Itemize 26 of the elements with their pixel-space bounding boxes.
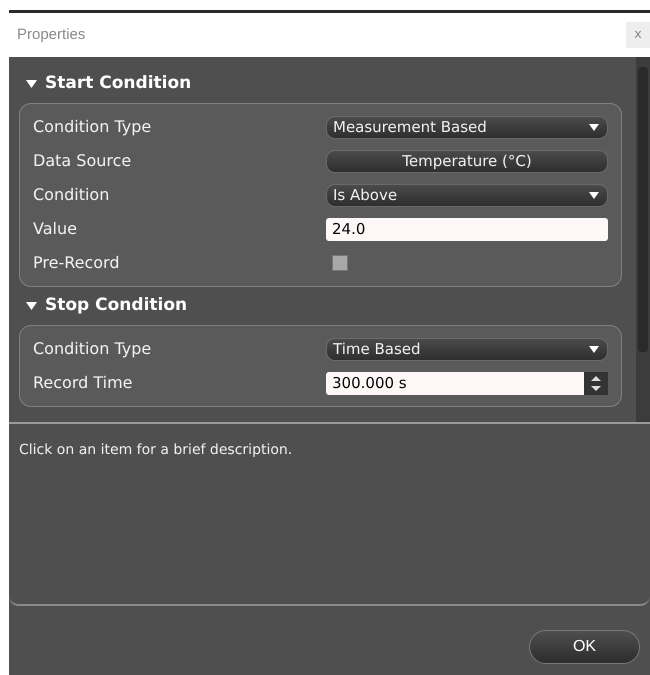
spinner-arrows-icon[interactable]	[584, 372, 608, 394]
property-label: Record Time	[33, 372, 134, 394]
expand-triangle-icon	[26, 80, 37, 88]
input-field[interactable]: 300.000 s	[326, 372, 584, 394]
caret-icon	[589, 346, 599, 352]
property-label: Pre-Record	[33, 252, 120, 274]
dropdown[interactable]: Measurement Based	[326, 116, 608, 138]
dropdown[interactable]: Time Based	[326, 338, 608, 360]
section-header[interactable]: Start Condition	[19, 71, 622, 97]
property-label: Condition Type	[33, 338, 152, 360]
checkbox[interactable]	[332, 255, 348, 271]
caret-icon	[589, 124, 599, 130]
description-text: Click on an item for a brief description.	[19, 441, 294, 460]
dropdown[interactable]: Is Above	[326, 184, 608, 206]
property-label: Value	[33, 218, 78, 240]
input-field[interactable]: 24.0	[326, 218, 608, 240]
caret-icon	[589, 192, 599, 198]
section-header[interactable]: Stop Condition	[19, 293, 622, 319]
expand-triangle-icon	[26, 302, 37, 310]
property-label: Condition Type	[33, 116, 152, 138]
window-title: Properties	[17, 24, 86, 45]
property-label: Data Source	[33, 150, 132, 172]
property-label: Condition	[33, 184, 110, 206]
scrollbar[interactable]	[636, 57, 650, 422]
ok-button[interactable]: OK	[529, 630, 640, 664]
data-source-button[interactable]: Temperature (°C)	[326, 150, 608, 172]
